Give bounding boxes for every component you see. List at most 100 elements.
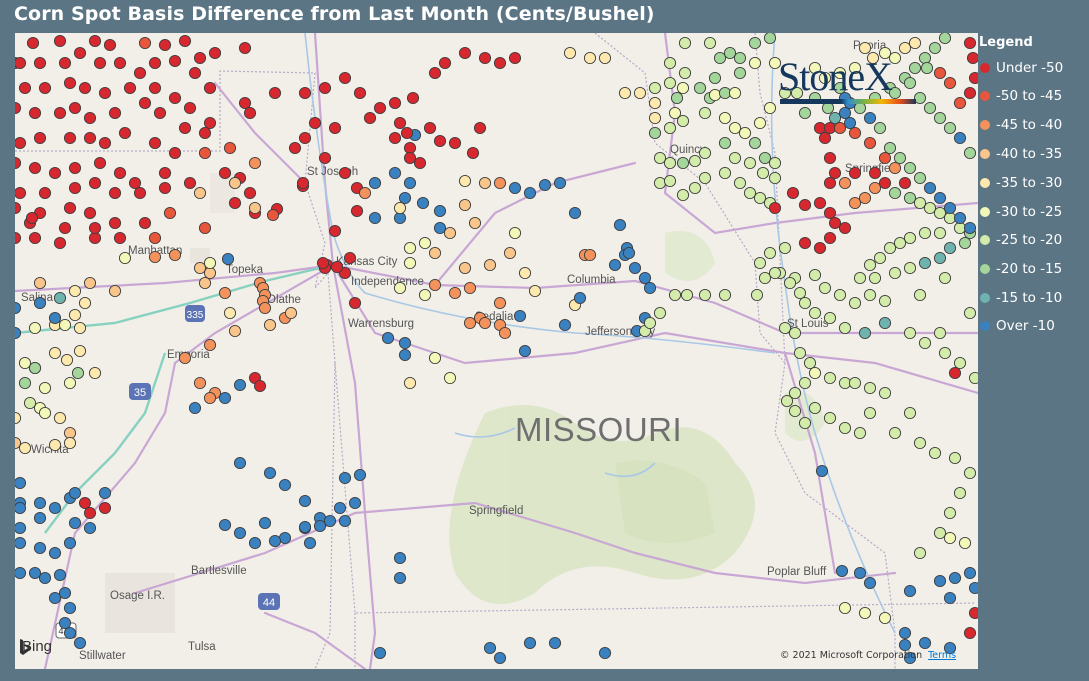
basis-point[interactable] (878, 176, 892, 190)
basis-point[interactable] (508, 51, 522, 65)
basis-point[interactable] (248, 536, 262, 550)
basis-point[interactable] (483, 641, 497, 655)
basis-point[interactable] (963, 466, 977, 480)
basis-point[interactable] (918, 336, 932, 350)
basis-point[interactable] (53, 106, 67, 120)
basis-point[interactable] (221, 252, 235, 266)
basis-point[interactable] (833, 288, 847, 302)
basis-point[interactable] (123, 81, 137, 95)
basis-point[interactable] (28, 321, 42, 335)
basis-point[interactable] (15, 476, 27, 490)
basis-point[interactable] (598, 51, 612, 65)
basis-point[interactable] (83, 131, 97, 145)
basis-point[interactable] (933, 326, 947, 340)
basis-point[interactable] (903, 161, 917, 175)
basis-point[interactable] (238, 41, 252, 55)
basis-point[interactable] (263, 318, 277, 332)
basis-point[interactable] (403, 141, 417, 155)
basis-point[interactable] (698, 288, 712, 302)
basis-point[interactable] (653, 306, 667, 320)
basis-point[interactable] (618, 86, 632, 100)
basis-point[interactable] (943, 506, 957, 520)
basis-point[interactable] (393, 211, 407, 225)
basis-point[interactable] (48, 166, 62, 180)
basis-point[interactable] (83, 521, 97, 535)
basis-point[interactable] (373, 646, 387, 660)
basis-point[interactable] (718, 166, 732, 180)
basis-point[interactable] (823, 411, 837, 425)
basis-point[interactable] (63, 536, 77, 550)
basis-point[interactable] (438, 56, 452, 70)
basis-point[interactable] (680, 288, 694, 302)
basis-point[interactable] (218, 286, 232, 300)
basis-point[interactable] (823, 371, 837, 385)
basis-point[interactable] (93, 156, 107, 170)
basis-point[interactable] (406, 91, 420, 105)
basis-point[interactable] (48, 438, 62, 452)
basis-point[interactable] (368, 211, 382, 225)
legend-item-40-35[interactable]: -40 to -35 (978, 144, 1062, 164)
basis-point[interactable] (738, 126, 752, 140)
basis-point[interactable] (15, 101, 22, 115)
basis-point[interactable] (448, 286, 462, 300)
basis-point[interactable] (863, 136, 877, 150)
basis-point[interactable] (48, 501, 62, 515)
basis-point[interactable] (93, 56, 107, 70)
basis-point[interactable] (313, 519, 327, 533)
basis-point[interactable] (963, 146, 977, 160)
basis-point[interactable] (573, 291, 587, 305)
basis-point[interactable] (168, 54, 182, 68)
basis-point[interactable] (63, 201, 77, 215)
basis-point[interactable] (268, 86, 282, 100)
basis-point[interactable] (218, 166, 232, 180)
basis-point[interactable] (853, 426, 867, 440)
basis-point[interactable] (418, 288, 432, 302)
basis-point[interactable] (403, 256, 417, 270)
basis-point[interactable] (676, 114, 690, 128)
basis-point[interactable] (823, 151, 837, 165)
basis-point[interactable] (15, 521, 27, 535)
basis-point[interactable] (298, 494, 312, 508)
basis-point[interactable] (938, 346, 952, 360)
basis-point[interactable] (223, 141, 237, 155)
basis-point[interactable] (193, 186, 207, 200)
basis-point[interactable] (243, 106, 257, 120)
basis-point[interactable] (823, 176, 837, 190)
basis-point[interactable] (353, 468, 367, 482)
basis-point[interactable] (948, 571, 962, 585)
basis-point[interactable] (98, 86, 112, 100)
basis-point[interactable] (663, 121, 677, 135)
basis-point[interactable] (48, 591, 62, 605)
basis-point[interactable] (348, 296, 362, 310)
basis-point[interactable] (83, 206, 97, 220)
basis-point[interactable] (28, 161, 42, 175)
basis-point[interactable] (178, 121, 192, 135)
basis-point[interactable] (33, 541, 47, 555)
basis-point[interactable] (693, 81, 707, 95)
basis-point[interactable] (763, 33, 777, 45)
basis-point[interactable] (613, 218, 627, 232)
basis-point[interactable] (878, 316, 892, 330)
basis-point[interactable] (888, 161, 902, 175)
basis-point[interactable] (203, 391, 217, 405)
basis-point[interactable] (493, 651, 507, 665)
basis-point[interactable] (733, 51, 747, 65)
basis-point[interactable] (823, 311, 837, 325)
basis-point[interactable] (968, 581, 978, 595)
basis-point[interactable] (25, 211, 39, 225)
basis-point[interactable] (108, 106, 122, 120)
basis-point[interactable] (676, 156, 690, 170)
basis-point[interactable] (198, 126, 212, 140)
basis-point[interactable] (958, 536, 972, 550)
basis-point[interactable] (718, 136, 732, 150)
basis-point[interactable] (323, 514, 337, 528)
basis-point[interactable] (878, 611, 892, 625)
basis-point[interactable] (838, 221, 852, 235)
basis-point[interactable] (318, 81, 332, 95)
basis-point[interactable] (288, 141, 302, 155)
basis-point[interactable] (853, 566, 867, 580)
basis-point[interactable] (393, 201, 407, 215)
basis-point[interactable] (393, 116, 407, 130)
basis-point[interactable] (203, 81, 217, 95)
basis-point[interactable] (358, 186, 372, 200)
